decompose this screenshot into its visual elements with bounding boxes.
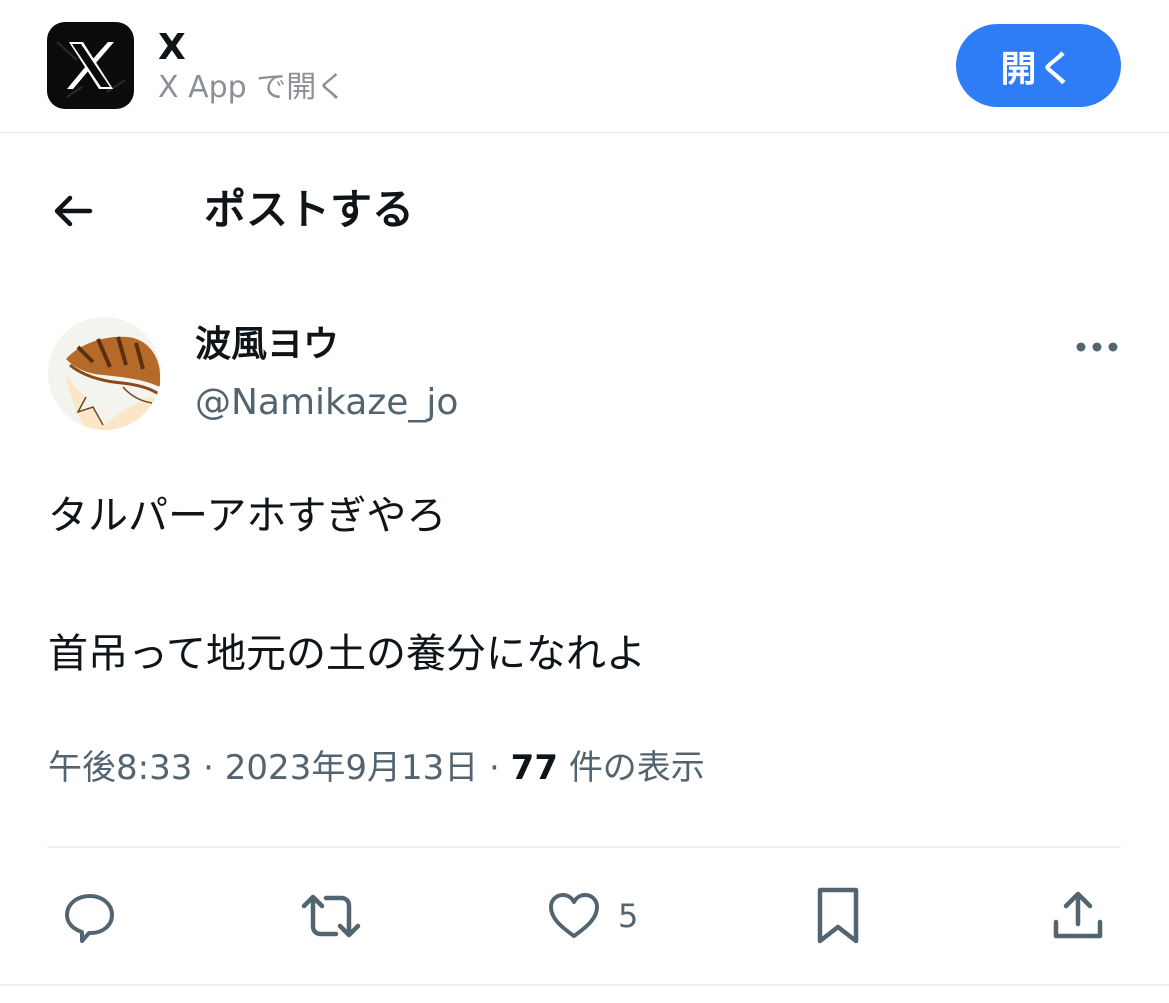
- tweet-meta: 午後8:33 · 2023年9月13日 · 77 件の表示: [48, 745, 705, 791]
- views-count: 77: [510, 748, 558, 788]
- user-handle[interactable]: @Namikaze_jo: [195, 380, 458, 426]
- tweet-text-line: 首吊って地元の土の養分になれよ: [48, 631, 646, 677]
- retweet-button[interactable]: [300, 888, 362, 944]
- meta-separator: ·: [478, 748, 511, 788]
- more-horizontal-icon[interactable]: [1074, 335, 1120, 359]
- tweet-date[interactable]: 2023年9月13日: [225, 748, 478, 788]
- share-button[interactable]: [1050, 888, 1106, 944]
- arrow-left-icon[interactable]: [50, 188, 96, 234]
- like-button[interactable]: 5: [546, 888, 638, 944]
- app-name: X: [158, 27, 186, 68]
- x-app-icon[interactable]: [47, 22, 134, 109]
- meta-separator: ·: [192, 748, 225, 788]
- retweet-icon: [300, 888, 362, 944]
- app-banner: X X App で開く 開く: [0, 0, 1169, 133]
- display-name[interactable]: 波風ヨウ: [195, 322, 339, 368]
- avatar[interactable]: [48, 317, 161, 430]
- share-icon: [1050, 888, 1106, 944]
- like-count: 5: [618, 897, 639, 935]
- app-subtitle: X App で開く: [158, 70, 347, 105]
- bookmark-icon: [814, 886, 862, 946]
- views-label: 件の表示: [568, 748, 705, 788]
- bookmark-button[interactable]: [814, 886, 862, 946]
- reply-button[interactable]: [62, 888, 118, 944]
- divider: [47, 846, 1121, 848]
- divider: [0, 984, 1169, 986]
- open-app-button[interactable]: 開く: [956, 24, 1121, 107]
- tweet-text-line: タルパーアホすぎやろ: [48, 493, 447, 539]
- reply-icon: [62, 888, 118, 944]
- page-title: ポストする: [204, 185, 415, 234]
- tweet-time[interactable]: 午後8:33: [48, 748, 192, 788]
- heart-icon: [546, 888, 602, 944]
